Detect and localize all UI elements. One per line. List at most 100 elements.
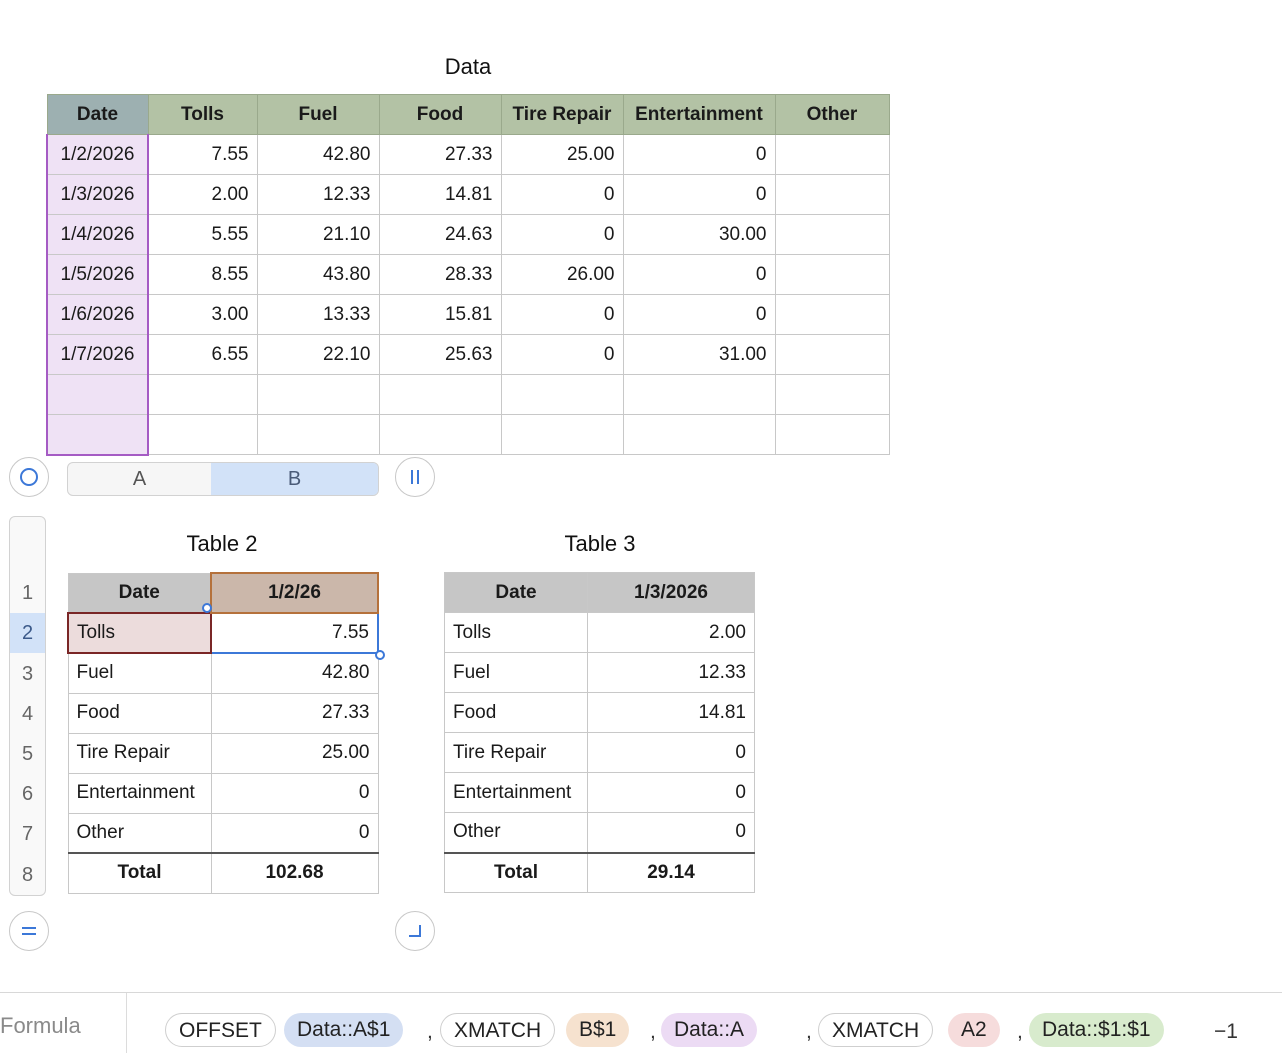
data-value-cell[interactable]: 5.55 [147, 214, 258, 255]
table3-total-value[interactable]: 29.14 [587, 851, 755, 893]
data-value-cell[interactable] [622, 374, 776, 415]
data-value-cell[interactable] [500, 374, 624, 415]
formula-token-ref-a2[interactable]: A2 [948, 1013, 1000, 1047]
data-header-food[interactable]: Food [378, 94, 502, 135]
data-value-cell[interactable] [774, 214, 890, 255]
data-value-cell[interactable] [147, 414, 258, 455]
data-value-cell[interactable]: 0 [500, 294, 624, 335]
data-value-cell[interactable] [378, 414, 502, 455]
data-value-cell[interactable]: 7.55 [147, 134, 258, 175]
table2-value-cell[interactable]: 42.80 [210, 652, 379, 694]
data-value-cell[interactable]: 28.33 [378, 254, 502, 295]
data-header-date[interactable]: Date [46, 94, 149, 135]
data-date-cell[interactable] [46, 374, 149, 415]
data-value-cell[interactable] [774, 374, 890, 415]
data-value-cell[interactable]: 24.63 [378, 214, 502, 255]
data-value-cell[interactable]: 43.80 [256, 254, 380, 295]
add-row-handle-icon[interactable] [9, 911, 49, 951]
data-value-cell[interactable] [774, 174, 890, 215]
data-date-cell[interactable]: 1/4/2026 [46, 214, 149, 255]
table3-value-cell[interactable]: 0 [587, 812, 755, 853]
data-value-cell[interactable] [774, 134, 890, 175]
data-header-fuel[interactable]: Fuel [256, 94, 380, 135]
table2-label-cell[interactable]: Tire Repair [67, 732, 212, 774]
data-value-cell[interactable] [147, 374, 258, 415]
column-header-b[interactable]: B [211, 463, 378, 495]
data-value-cell[interactable] [378, 374, 502, 415]
data-date-cell[interactable]: 1/6/2026 [46, 294, 149, 335]
row-header-5[interactable]: 5 [10, 734, 45, 774]
selection-handle-top[interactable] [202, 603, 212, 613]
data-value-cell[interactable]: 0 [500, 214, 624, 255]
table3-value-cell[interactable]: 14.81 [587, 692, 755, 733]
data-value-cell[interactable]: 0 [622, 174, 776, 215]
add-column-handle-icon[interactable] [395, 457, 435, 497]
selection-handle-bottom[interactable] [375, 650, 385, 660]
data-value-cell[interactable]: 2.00 [147, 174, 258, 215]
data-value-cell[interactable]: 0 [622, 134, 776, 175]
table3-value-cell[interactable]: 0 [587, 732, 755, 773]
data-value-cell[interactable]: 0 [622, 254, 776, 295]
data-value-cell[interactable]: 14.81 [378, 174, 502, 215]
select-table-handle-icon[interactable] [9, 457, 49, 497]
table3-label-cell[interactable]: Food [444, 692, 588, 733]
data-value-cell[interactable]: 0 [500, 174, 624, 215]
table2-header-date[interactable]: Date [67, 572, 212, 614]
data-header-other[interactable]: Other [774, 94, 890, 135]
data-value-cell[interactable]: 0 [500, 334, 624, 375]
table3-header-value[interactable]: 1/3/2026 [587, 572, 755, 613]
column-header-a[interactable]: A [68, 463, 211, 495]
data-value-cell[interactable]: 42.80 [256, 134, 380, 175]
table3-label-cell[interactable]: Tire Repair [444, 732, 588, 773]
table3-header-date[interactable]: Date [444, 572, 588, 613]
row-header-1[interactable]: 1 [10, 573, 45, 613]
data-date-cell[interactable]: 1/7/2026 [46, 334, 149, 375]
data-value-cell[interactable]: 8.55 [147, 254, 258, 295]
data-value-cell[interactable]: 26.00 [500, 254, 624, 295]
table3-label-cell[interactable]: Tolls [444, 612, 588, 653]
data-value-cell[interactable] [774, 334, 890, 375]
data-date-cell[interactable] [46, 414, 149, 456]
data-value-cell[interactable]: 3.00 [147, 294, 258, 335]
table3-label-cell[interactable]: Entertainment [444, 772, 588, 813]
table2-label-cell[interactable]: Fuel [67, 652, 212, 694]
table2-label-cell[interactable]: Entertainment [67, 772, 212, 814]
table2-label-cell[interactable]: Tolls [67, 612, 212, 654]
row-header-7[interactable]: 7 [10, 814, 45, 854]
data-value-cell[interactable]: 0 [622, 294, 776, 335]
table3-value-cell[interactable]: 2.00 [587, 612, 755, 653]
data-header-tire-repair[interactable]: Tire Repair [500, 94, 624, 135]
table2-value-cell[interactable]: 27.33 [210, 692, 379, 734]
formula-token-minus-one[interactable]: −1 [1214, 1013, 1238, 1051]
table3-value-cell[interactable]: 0 [587, 772, 755, 813]
data-value-cell[interactable]: 22.10 [256, 334, 380, 375]
formula-token-ref-data-a[interactable]: Data::A [661, 1013, 758, 1047]
data-value-cell[interactable]: 21.10 [256, 214, 380, 255]
table3-total-label[interactable]: Total [444, 851, 588, 893]
formula-token-ref-data-a1[interactable]: Data::A$1 [284, 1013, 404, 1047]
row-header-4[interactable]: 4 [10, 694, 45, 734]
data-value-cell[interactable] [774, 414, 890, 455]
data-value-cell[interactable]: 25.63 [378, 334, 502, 375]
data-value-cell[interactable] [774, 294, 890, 335]
table3-label-cell[interactable]: Other [444, 812, 588, 853]
data-date-cell[interactable]: 1/5/2026 [46, 254, 149, 295]
table2-value-cell-selected[interactable]: 7.55 [210, 612, 379, 654]
formula-token-xmatch-1[interactable]: XMATCH [440, 1013, 556, 1047]
table2-header-value[interactable]: 1/2/26 [210, 572, 379, 614]
formula-token-ref-b1[interactable]: B$1 [566, 1013, 630, 1047]
resize-table-handle-icon[interactable] [395, 911, 435, 951]
table2-label-cell[interactable]: Food [67, 692, 212, 734]
table2-total-label[interactable]: Total [67, 852, 212, 894]
row-header-2[interactable]: 2 [10, 613, 45, 653]
data-date-cell[interactable]: 1/2/2026 [46, 134, 149, 175]
table2-total-value[interactable]: 102.68 [210, 852, 379, 894]
table3-label-cell[interactable]: Fuel [444, 652, 588, 693]
row-header-8[interactable]: 8 [10, 855, 45, 895]
table2-value-cell[interactable]: 0 [210, 772, 379, 814]
formula-token-offset[interactable]: OFFSET [165, 1013, 276, 1047]
data-date-cell[interactable]: 1/3/2026 [46, 174, 149, 215]
table3-value-cell[interactable]: 12.33 [587, 652, 755, 693]
table2-value-cell[interactable]: 0 [210, 812, 379, 854]
data-value-cell[interactable]: 6.55 [147, 334, 258, 375]
